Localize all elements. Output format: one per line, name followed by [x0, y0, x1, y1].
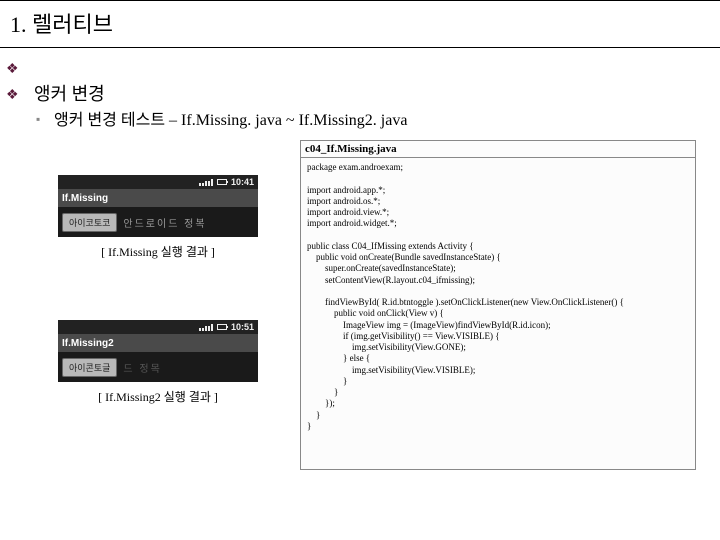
signal-icon: [199, 178, 209, 186]
battery-icon: [217, 324, 227, 330]
section-heading: 앵커 변경: [34, 80, 105, 106]
app-body: 아이코토코 안드로이드 정복: [58, 207, 258, 237]
square-bullet-icon: ▪: [36, 112, 40, 126]
signal-icon: [199, 323, 209, 331]
toggle-button[interactable]: 아이콘토글: [62, 358, 117, 377]
signal-icon: [211, 324, 213, 331]
android-statusbar: 10:41: [58, 175, 258, 189]
android-statusbar: 10:51: [58, 320, 258, 334]
statusbar-time: 10:41: [231, 177, 254, 187]
code-listing: c04_If.Missing.java package exam.androex…: [300, 140, 696, 470]
screenshot-ifmissing: 10:41 If.Missing 아이코토코 안드로이드 정복 [ If.Mis…: [58, 175, 258, 260]
watermark-text: 드 정목: [123, 360, 161, 375]
screenshot-caption: [ If.Missing2 실행 결과 ]: [58, 388, 258, 405]
diamond-bullet-icon: ❖: [6, 60, 19, 77]
app-titlebar: If.Missing: [58, 189, 258, 207]
statusbar-time: 10:51: [231, 322, 254, 332]
page-title: 1. 렐러티브: [0, 0, 720, 48]
screenshot-caption: [ If.Missing 실행 결과 ]: [58, 243, 258, 260]
code-filename: c04_If.Missing.java: [301, 141, 695, 158]
watermark-text: 안드로이드 정복: [123, 215, 206, 230]
screenshot-ifmissing2: 10:51 If.Missing2 아이콘토글 드 정목 [ If.Missin…: [58, 320, 258, 405]
battery-icon: [217, 179, 227, 185]
app-body: 아이콘토글 드 정목: [58, 352, 258, 382]
toggle-button[interactable]: 아이코토코: [62, 213, 117, 232]
code-body: package exam.androexam; import android.a…: [301, 158, 695, 436]
subsection-text: 앵커 변경 테스트 – If.Missing. java ~ If.Missin…: [54, 106, 407, 130]
app-titlebar: If.Missing2: [58, 334, 258, 352]
diamond-bullet-icon: ❖: [6, 86, 19, 103]
signal-icon: [211, 179, 213, 186]
slide-page: 1. 렐러티브 ❖ ❖ 앵커 변경 ▪ 앵커 변경 테스트 – If.Missi…: [0, 0, 720, 540]
